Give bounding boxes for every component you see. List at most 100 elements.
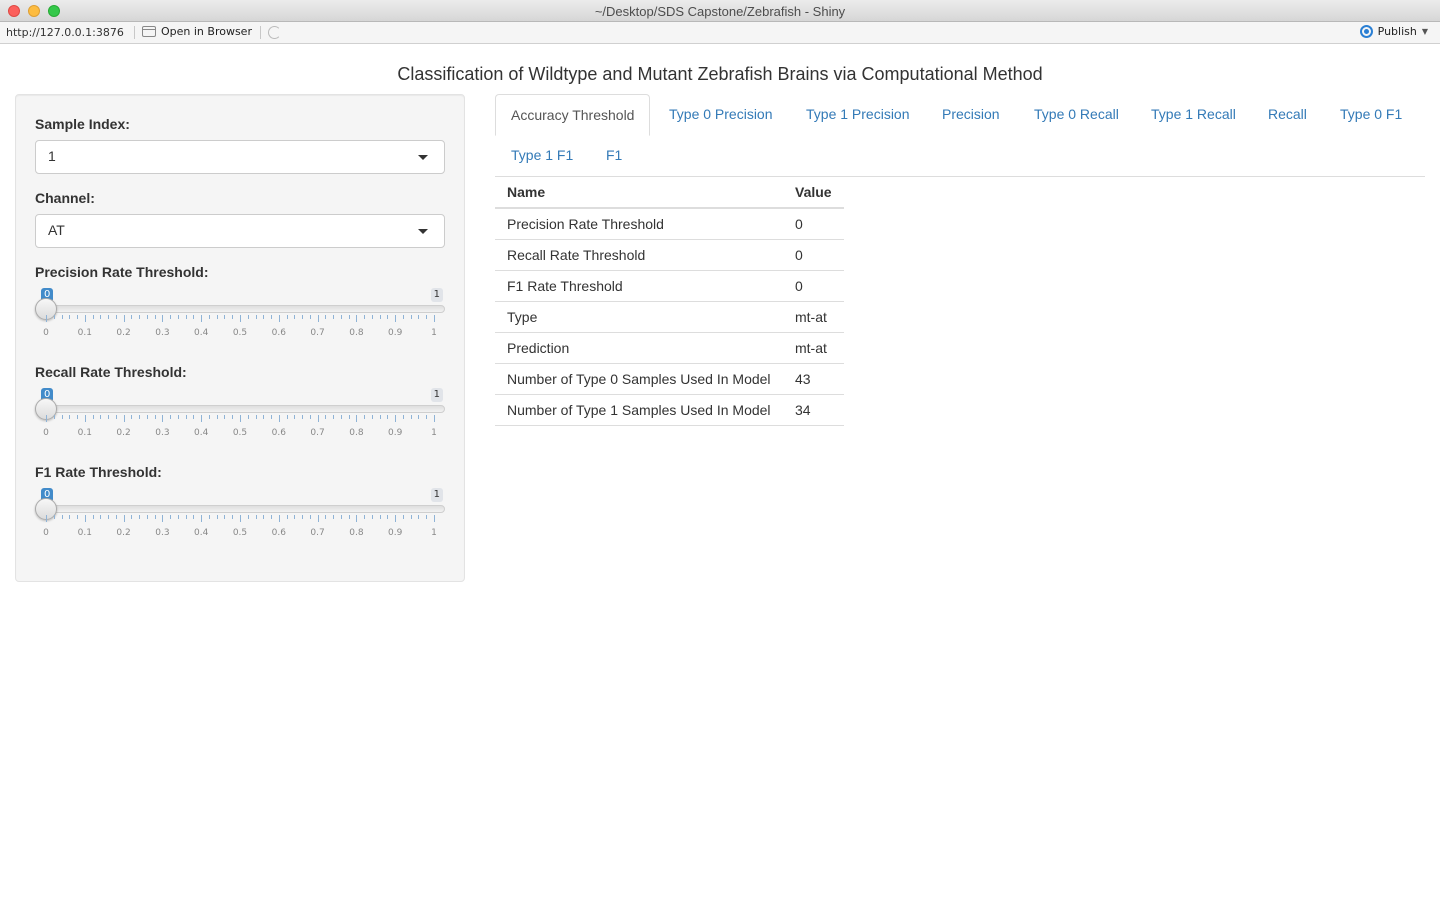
slider-major-tick: [278, 315, 280, 322]
table-header-row: Name Value: [495, 177, 844, 209]
slider-track[interactable]: [35, 405, 445, 413]
slider-minor-tick: [348, 315, 350, 319]
tab-type-1-precision[interactable]: Type 1 Precision: [791, 94, 925, 134]
slider-tick-label: 0.6: [271, 328, 286, 338]
slider-minor-tick: [92, 415, 94, 419]
slider-minor-tick: [294, 415, 296, 419]
slider-major-tick: [123, 515, 125, 522]
slider-max-badge: 1: [430, 388, 443, 402]
slider-minor-tick: [208, 315, 210, 319]
slider-minor-tick: [402, 415, 404, 419]
slider-minor-tick: [185, 415, 187, 419]
slider-minor-tick: [69, 515, 71, 519]
channel-value: AT: [48, 222, 65, 238]
table-row: Prediction mt-at: [495, 332, 844, 364]
slider-minor-tick: [154, 415, 156, 419]
table-row: Recall Rate Threshold 0: [495, 239, 844, 271]
slider-minor-tick: [177, 415, 179, 419]
precision-threshold-slider[interactable]: 0 1 0 0.1 0.2 0.3 0.4 0.5 0.6 0.7 0.8 0.9 1: [35, 288, 445, 348]
tab-precision[interactable]: Precision: [927, 94, 1015, 134]
tab-type-0-precision[interactable]: Type 0 Precision: [654, 94, 788, 134]
tab-type-0-f1[interactable]: Type 0 F1: [1325, 94, 1417, 134]
slider-track[interactable]: [35, 505, 445, 513]
recall-threshold-slider[interactable]: 0 1 0 0.1 0.2 0.3 0.4 0.5 0.6 0.7 0.8 0.9 1: [35, 388, 445, 448]
slider-tick-label: 1: [431, 528, 437, 538]
precision-threshold-label: Precision Rate Threshold:: [35, 264, 209, 280]
url-display: http://127.0.0.1:3876: [6, 26, 124, 39]
slider-tick-label: 0: [43, 328, 49, 338]
tab-f1[interactable]: F1: [591, 135, 637, 175]
table-row: Number of Type 0 Samples Used In Model 43: [495, 363, 844, 395]
slider-minor-tick: [170, 315, 172, 319]
slider-minor-tick: [371, 315, 373, 319]
window-title: ~/Desktop/SDS Capstone/Zebrafish - Shiny: [594, 4, 846, 19]
slider-minor-tick: [154, 515, 156, 519]
slider-tick-label: 0.1: [77, 328, 92, 338]
tab-recall[interactable]: Recall: [1253, 94, 1322, 134]
slider-minor-tick: [426, 415, 428, 419]
open-in-browser-button[interactable]: Open in Browser: [142, 25, 252, 38]
slider-tick-label: 0.3: [155, 528, 170, 538]
row-value-cell: 0: [783, 239, 844, 271]
row-name-cell: Precision Rate Threshold: [495, 208, 783, 240]
slider-max-badge: 1: [430, 488, 443, 502]
slider-tick-label: 0: [43, 528, 49, 538]
row-value-cell: 43: [783, 363, 844, 395]
table-row: Precision Rate Threshold 0: [495, 208, 844, 240]
slider-minor-tick: [216, 315, 218, 319]
slider-ticks: [46, 515, 435, 523]
tab-type-0-recall[interactable]: Type 0 Recall: [1019, 94, 1134, 134]
slider-minor-tick: [271, 415, 273, 419]
slider-minor-tick: [325, 415, 327, 419]
slider-tick-label: 0.9: [388, 528, 403, 538]
slider-minor-tick: [115, 515, 117, 519]
slider-minor-tick: [108, 315, 110, 319]
slider-major-tick: [317, 315, 319, 322]
channel-select[interactable]: AT: [35, 214, 445, 248]
slider-minor-tick: [92, 315, 94, 319]
sidebar-panel: Sample Index: 1 Channel: AT Precision Ra…: [15, 94, 465, 582]
open-in-browser-label: Open in Browser: [161, 25, 252, 38]
slider-track[interactable]: [35, 305, 445, 313]
slider-tick-label: 0.1: [77, 428, 92, 438]
slider-minor-tick: [410, 515, 412, 519]
slider-minor-tick: [77, 415, 79, 419]
slider-minor-tick: [364, 515, 366, 519]
row-name-cell: F1 Rate Threshold: [495, 270, 783, 302]
window-titlebar: ~/Desktop/SDS Capstone/Zebrafish - Shiny: [0, 0, 1440, 22]
slider-minor-tick: [271, 515, 273, 519]
slider-major-tick: [356, 315, 358, 322]
slider-minor-tick: [364, 315, 366, 319]
slider-tick-label: 0.5: [232, 328, 248, 338]
slider-tick-label: 0: [43, 428, 49, 438]
slider-minor-tick: [53, 315, 55, 319]
slider-minor-tick: [263, 415, 265, 419]
slider-tick-label: 0.7: [310, 528, 325, 538]
tab-accuracy-threshold[interactable]: Accuracy Threshold: [495, 94, 651, 136]
slider-minor-tick: [193, 315, 195, 319]
slider-major-tick: [162, 415, 164, 422]
slider-minor-tick: [379, 315, 381, 319]
slider-major-tick: [395, 315, 397, 322]
slider-minor-tick: [402, 315, 404, 319]
f1-threshold-slider[interactable]: 0 1 0 0.1 0.2 0.3 0.4 0.5 0.6 0.7 0.8 0.9 1: [35, 488, 445, 548]
slider-minor-tick: [131, 515, 133, 519]
slider-minor-tick: [53, 515, 55, 519]
slider-major-tick: [240, 415, 241, 422]
slider-tick-label: 0.5: [232, 428, 248, 438]
slider-minor-tick: [333, 515, 335, 519]
publish-button[interactable]: Publish ▼: [1359, 25, 1428, 38]
slider-tick-label: 0.4: [194, 428, 209, 438]
row-value-cell: 34: [783, 394, 844, 426]
tab-type-1-recall[interactable]: Type 1 Recall: [1136, 94, 1251, 134]
tab-type-1-f1[interactable]: Type 1 F1: [496, 135, 588, 175]
slider-minor-tick: [325, 515, 327, 519]
slider-major-tick: [434, 415, 435, 422]
slider-tick-labels: 0 0.1 0.2 0.3 0.4 0.5 0.6 0.7 0.8 0.9 1: [43, 428, 437, 440]
slider-minor-tick: [302, 315, 304, 319]
slider-minor-tick: [340, 415, 342, 419]
sample-index-select[interactable]: 1: [35, 140, 445, 174]
table-row: Number of Type 1 Samples Used In Model 34: [495, 394, 844, 426]
slider-major-tick: [201, 415, 203, 422]
refresh-icon[interactable]: [268, 26, 281, 39]
